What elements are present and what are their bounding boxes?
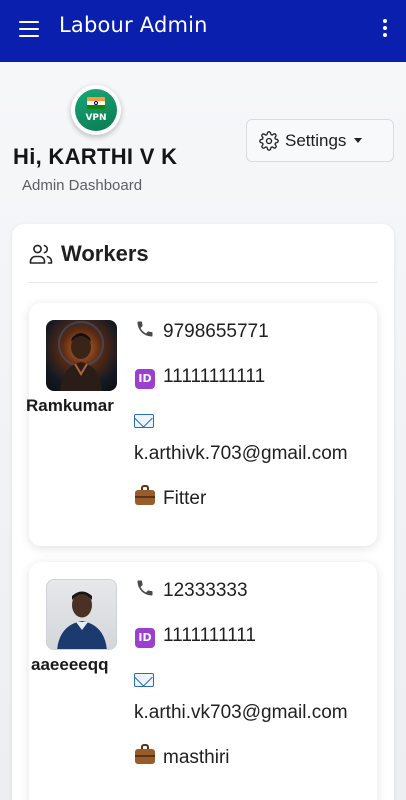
id-badge-icon: ID bbox=[135, 627, 155, 648]
email-icon bbox=[134, 672, 154, 692]
divider bbox=[29, 282, 377, 283]
settings-label: Settings bbox=[285, 130, 347, 150]
menu-icon[interactable] bbox=[19, 21, 39, 37]
worker-phone: 9798655771 bbox=[163, 320, 269, 342]
worker-email: k.arthi.vk703@gmail.com bbox=[134, 702, 348, 723]
worker-avatar bbox=[46, 320, 117, 391]
india-flag-icon bbox=[87, 97, 105, 109]
worker-id-row: ID 1111111111 bbox=[134, 625, 256, 648]
worker-name: aaeeeeqq bbox=[31, 655, 109, 674]
briefcase-icon bbox=[135, 485, 155, 505]
more-vertical-icon[interactable] bbox=[382, 19, 388, 37]
app-bar: Labour Admin bbox=[0, 0, 406, 62]
worker-role: Fitter bbox=[163, 487, 207, 509]
settings-dropdown-button[interactable]: Settings bbox=[246, 119, 394, 162]
worker-role-row: Fitter bbox=[134, 485, 207, 510]
worker-id: 1111111111 bbox=[163, 625, 256, 647]
caret-down-icon bbox=[354, 138, 363, 143]
phone-icon bbox=[134, 319, 156, 344]
workers-title: Workers bbox=[61, 241, 149, 266]
briefcase-icon bbox=[135, 744, 155, 764]
workers-panel: Workers Ramkumar 9798655771 ID 111111111… bbox=[12, 224, 394, 800]
worker-id-row: ID 11111111111 bbox=[134, 366, 265, 389]
worker-role: masthiri bbox=[163, 746, 230, 768]
vpn-logo: VPN bbox=[71, 85, 121, 135]
phone-icon bbox=[134, 578, 156, 603]
id-badge-icon: ID bbox=[135, 368, 155, 389]
worker-phone: 12333333 bbox=[163, 579, 248, 601]
greeting: Hi, KARTHI V K bbox=[13, 144, 178, 169]
workers-header: Workers bbox=[29, 241, 149, 267]
worker-email: k.arthivk.703@gmail.com bbox=[134, 443, 348, 464]
worker-phone-row: 12333333 bbox=[134, 578, 248, 603]
worker-card[interactable]: Ramkumar 9798655771 ID 11111111111 k.art… bbox=[26, 303, 377, 546]
worker-avatar bbox=[46, 579, 117, 650]
worker-name: Ramkumar bbox=[26, 396, 114, 415]
app-title: Labour Admin bbox=[59, 13, 208, 37]
email-icon bbox=[134, 413, 154, 433]
gear-icon bbox=[259, 130, 279, 151]
people-icon bbox=[29, 244, 53, 264]
worker-id: 11111111111 bbox=[163, 366, 266, 388]
worker-phone-row: 9798655771 bbox=[134, 319, 269, 344]
page-subtitle: Admin Dashboard bbox=[22, 177, 143, 194]
worker-card[interactable]: aaeeeeqq 12333333 ID 1111111111 k.arthi.… bbox=[29, 562, 377, 800]
worker-role-row: masthiri bbox=[134, 744, 230, 769]
logo-text: VPN bbox=[85, 113, 107, 123]
